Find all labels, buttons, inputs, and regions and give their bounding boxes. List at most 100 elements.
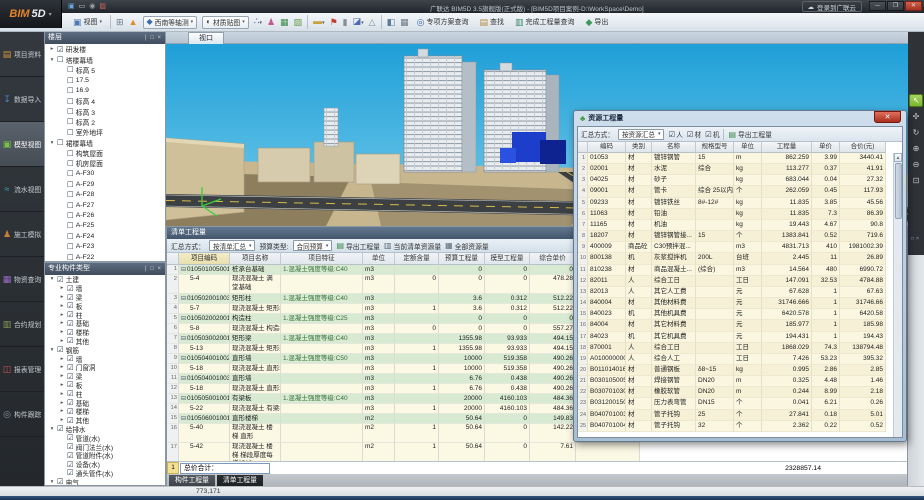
walk-icon[interactable]: ∴▾ <box>254 15 262 29</box>
col-price[interactable]: 单价 <box>812 142 840 153</box>
checkbox-icon[interactable]: ☑ <box>67 328 74 337</box>
video-icon[interactable]: ▦ <box>280 16 289 28</box>
resource-table-row[interactable]: 3 04025 材 砂子 kg 683.044 0.04 27.32 <box>578 175 893 186</box>
checkbox-icon[interactable]: ☐ <box>67 190 74 199</box>
minimize-button[interactable]: ─ <box>869 1 886 11</box>
resource-window-titlebar[interactable]: ♣ 资源工程量 <box>580 113 623 123</box>
resource-table-row[interactable]: 5 09233 材 镀锌铁丝 8#-12# kg 11.835 3.85 45.… <box>578 198 893 209</box>
checkbox-icon[interactable]: ☑ <box>67 301 74 310</box>
checkbox-icon[interactable]: ☑ <box>67 380 74 389</box>
floor-tree-item[interactable]: ☐ 构筑屋面 <box>45 148 165 158</box>
resource-table-row[interactable]: 19 A010000000 人 综合人工 工日 7.426 53.23 395.… <box>578 354 893 365</box>
row-expander-icon[interactable]: ⊟ <box>181 315 186 324</box>
resource-table-row[interactable]: 21 B030105005 材 焊接钢管 DN20 m 0.325 4.48 1… <box>578 376 893 387</box>
sidebar-nav-item[interactable]: ≈ 流水视图 <box>0 167 44 212</box>
resource-table-row[interactable]: 25 B040701004 材 管子托钩 32 个 2.362 0.22 0.5… <box>578 421 893 432</box>
export-button[interactable]: ◆ 导出 <box>582 15 611 29</box>
expander-icon[interactable]: ▸ <box>59 329 65 335</box>
checkbox-icon[interactable]: ☑ <box>57 275 64 284</box>
checkbox-icon[interactable]: ☐ <box>67 107 74 116</box>
floor-tree-item[interactable]: ☐ A-F25 <box>45 221 165 231</box>
type-tree-item[interactable]: ▸ ☑ 其他 <box>45 337 165 346</box>
checkbox-icon[interactable]: ☐ <box>67 232 74 241</box>
col-qty[interactable]: 工程量 <box>762 142 812 153</box>
checkbox-icon[interactable]: ☑ <box>67 293 74 302</box>
floor-tree-item[interactable]: ☐ A-F22 <box>45 252 165 261</box>
type-tree-item[interactable]: ▸ ☑ 基础 <box>45 398 165 407</box>
special-plan-query-button[interactable]: ◎ 专项方案查询 <box>414 15 472 29</box>
checkbox-icon[interactable]: ☐ <box>67 253 74 262</box>
floor-tree-item[interactable]: ☐ A-F30 <box>45 169 165 179</box>
find-button[interactable]: ▤ 查找 <box>476 15 507 29</box>
floor-tree-item[interactable]: ☐ 室外地坪 <box>45 127 165 137</box>
type-tree-item[interactable]: ▸ ☑ 梁 <box>45 293 165 302</box>
col-category[interactable]: 类别 <box>626 142 652 153</box>
export-qty-button[interactable]: ▤ 导出工程量 <box>336 241 380 251</box>
floor-tree-item[interactable]: ☐ A-F26 <box>45 210 165 220</box>
expander-icon[interactable]: ▾ <box>49 276 55 282</box>
select-cursor-tool[interactable]: ↖ <box>909 94 923 107</box>
col-model-qty[interactable]: 模型工程量 <box>485 253 530 265</box>
checkbox-icon[interactable]: ☐ <box>67 242 74 251</box>
checkbox-icon[interactable]: ☑ <box>67 319 74 328</box>
resource-qty-window[interactable]: ♣ 资源工程量 ✕ 汇总方式： 按资源汇总▾ ☑人 ☑材 ☑机 ▤ 导出工程量 <box>573 110 907 442</box>
floor-tree-item[interactable]: ▾ ☐ 裙楼幕墙 <box>45 138 165 148</box>
vertical-ruler-icon[interactable]: ▮ <box>343 16 348 28</box>
row-expander-icon[interactable]: ⊟ <box>181 355 186 364</box>
resource-table-row[interactable]: 15 840023 机 其他机具费 元 6420.578 1 6420.58 <box>578 309 893 320</box>
checkbox-icon[interactable]: ☐ <box>67 128 74 137</box>
res-export-button[interactable]: ▤ 导出工程量 <box>728 129 772 139</box>
resource-table-row[interactable]: 18 870001 人 综合工日 工日 1868.029 74.3 138794… <box>578 343 893 354</box>
machine-checkbox[interactable]: ☑机 <box>705 129 719 139</box>
resource-table-row[interactable]: 11 810238 材 商品混凝土... (综合) m3 14.564 480 … <box>578 265 893 276</box>
expander-icon[interactable]: ▸ <box>59 294 65 300</box>
expander-icon[interactable]: ▸ <box>59 320 65 326</box>
col-item-name[interactable]: 项目名称 <box>230 253 281 265</box>
type-tree-item[interactable]: ▸ ☑ 柱 <box>45 310 165 319</box>
sidebar-nav-item[interactable]: ▦ 物资查询 <box>0 257 44 302</box>
expander-icon[interactable]: ▸ <box>59 382 65 388</box>
checkbox-icon[interactable]: ☐ <box>67 211 74 220</box>
checkbox-icon[interactable]: ☑ <box>67 372 74 381</box>
resource-window-close-button[interactable]: ✕ <box>874 111 901 123</box>
resource-table-row[interactable]: 9 400009 商品砼 C30预拌混... m3 4831.713 410 1… <box>578 242 893 253</box>
col-spec[interactable]: 规格型号 <box>696 142 734 153</box>
mini-window-buttons[interactable]: □× <box>909 236 923 242</box>
resource-table-row[interactable]: 12 82011 人 综合工日 工日 147.091 32.53 4784.88 <box>578 276 893 287</box>
sidebar-nav-item[interactable]: ◎ 构件跟踪 <box>0 392 44 437</box>
measure-flag-icon[interactable]: ⚑ <box>330 16 338 28</box>
row-expander-icon[interactable]: ⊟ <box>181 395 186 404</box>
floor-tree-item[interactable]: ☐ 标高 2 <box>45 117 165 127</box>
col-total[interactable]: 合价(元) <box>840 142 886 153</box>
checkbox-icon[interactable]: ☐ <box>67 159 74 168</box>
app-logo[interactable]: BIM 5D ▾ <box>0 0 62 28</box>
floor-tree-item[interactable]: ☐ A-F24 <box>45 231 165 241</box>
expander-icon[interactable]: ▸ <box>59 373 65 379</box>
camera-icon[interactable]: ◉ <box>89 2 95 11</box>
type-tree-item[interactable]: ▸ ☑ 楼梯 <box>45 328 165 337</box>
record-icon[interactable]: ▨ <box>99 2 106 11</box>
viewport-tab[interactable]: 视口 <box>188 32 224 44</box>
expander-icon[interactable]: ▸ <box>59 312 65 318</box>
type-tree-item[interactable]: ▸ ☑ 墙 <box>45 354 165 363</box>
expander-icon[interactable]: ▾ <box>49 479 55 485</box>
type-tree-item[interactable]: ▾ ☑ 钢筋 <box>45 345 165 354</box>
expander-icon[interactable]: ▸ <box>59 391 65 397</box>
type-tree-item[interactable]: ▸ ☑ 楼梯 <box>45 407 165 416</box>
view-button[interactable]: ▣ 视图▾ <box>70 15 105 29</box>
sum-mode-select[interactable]: 按清单汇总▾ <box>209 240 255 251</box>
floor-tree-item[interactable]: ☐ A-F28 <box>45 189 165 199</box>
checkbox-icon[interactable]: ☐ <box>67 169 74 178</box>
type-tree-item[interactable]: ▾ ☑ 给排水 <box>45 425 165 434</box>
checkbox-icon[interactable]: ☑ <box>67 442 74 451</box>
checkbox-icon[interactable]: ☑ <box>67 451 74 460</box>
floor-tree-item[interactable]: ☐ A-F29 <box>45 179 165 189</box>
type-tree-item[interactable]: ▸ ☑ 门窗洞 <box>45 363 165 372</box>
cloud-login-button[interactable]: ☁ 登录到广联云 <box>802 1 863 12</box>
checkbox-icon[interactable]: ☑ <box>57 45 64 54</box>
type-tree-item[interactable]: ▸ ☑ 其他 <box>45 416 165 425</box>
expander-icon[interactable]: ▸ <box>59 285 65 291</box>
eraser-icon[interactable]: ◪▾ <box>353 15 364 29</box>
checkbox-icon[interactable]: ☑ <box>67 284 74 293</box>
expander-icon[interactable]: ▸ <box>59 356 65 362</box>
